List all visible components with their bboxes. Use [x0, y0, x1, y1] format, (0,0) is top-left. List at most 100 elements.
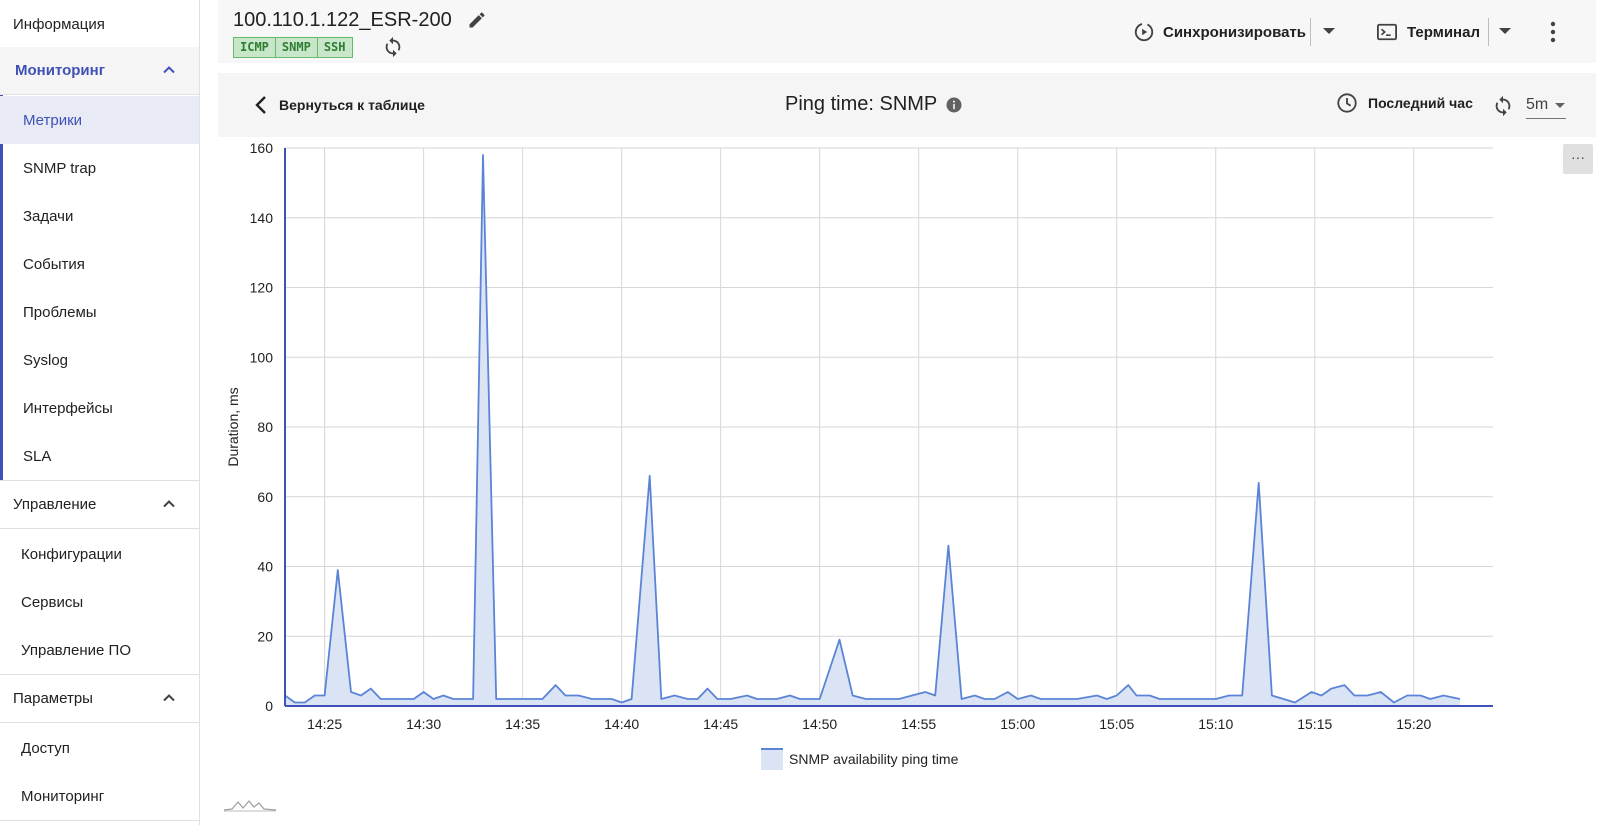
x-tick-label: 14:25 — [307, 716, 342, 732]
x-tick-label: 14:35 — [505, 716, 540, 732]
sidebar-section-label: Управление — [13, 496, 97, 513]
chart-container: 0 20 40 60 80 100 120 140 160 14:25 14:30 14:35 14:4… — [218, 140, 1596, 820]
back-label: Вернуться к таблице — [279, 97, 425, 113]
x-tick-label: 15:10 — [1198, 716, 1233, 732]
sidebar-item-interfaces[interactable]: Интерфейсы — [0, 384, 199, 432]
sidebar-item-monitoring-params[interactable]: Мониторинг — [0, 772, 199, 820]
sidebar-item-label: Метрики — [23, 111, 83, 129]
autorefresh-icon — [1495, 95, 1511, 117]
x-tick-label: 14:50 — [802, 716, 837, 732]
sidebar-item-configurations[interactable]: Конфигурации — [0, 530, 199, 578]
badge-ssh: SSH — [316, 37, 353, 58]
sidebar-section-parameters[interactable]: Параметры — [0, 675, 199, 723]
refresh-icon[interactable] — [382, 36, 404, 58]
y-tick-label: 100 — [250, 349, 274, 365]
y-tick-label: 140 — [250, 210, 274, 226]
sync-label: Синхронизировать — [1163, 23, 1306, 41]
sidebar-section-management[interactable]: Управление — [0, 481, 199, 529]
device-header: 100.110.1.122_ESR-200 ICMP SNMP SSH Синх… — [218, 0, 1596, 63]
x-tick-label: 14:40 — [604, 716, 639, 732]
sidebar-section-monitoring[interactable]: Мониторинг — [0, 47, 199, 95]
chevron-up-icon[interactable] — [161, 496, 177, 512]
y-tick-label: 40 — [257, 559, 273, 575]
y-tick-label: 0 — [265, 698, 273, 714]
sidebar-item-software-management[interactable]: Управление ПО — [0, 626, 199, 674]
series-area — [285, 155, 1460, 706]
terminal-dropdown-icon[interactable] — [1499, 28, 1511, 34]
sidebar-item-label: Управление ПО — [21, 641, 132, 659]
chevron-up-icon[interactable] — [161, 62, 177, 78]
divider — [0, 820, 199, 821]
sidebar-item-info[interactable]: Информация — [0, 0, 199, 48]
chevron-up-icon[interactable] — [161, 690, 177, 706]
refresh-interval-value: 5m — [1526, 96, 1549, 113]
y-axis-label: Duration, ms — [225, 387, 241, 466]
ping-time-chart[interactable]: 0 20 40 60 80 100 120 140 160 14:25 14:30 14:35 14:4… — [218, 140, 1596, 820]
sidebar-item-label: Интерфейсы — [23, 399, 113, 417]
sync-button[interactable]: Синхронизировать — [1133, 18, 1306, 46]
y-tick-label: 60 — [257, 489, 273, 505]
sidebar-item-label: Доступ — [21, 739, 70, 757]
sync-dropdown-icon[interactable] — [1323, 28, 1335, 34]
sidebar-item-label: Сервисы — [21, 593, 84, 611]
protocol-badges: ICMP SNMP SSH — [233, 37, 353, 58]
pencil-icon[interactable] — [467, 10, 487, 30]
sidebar-item-metrics[interactable]: Метрики — [0, 96, 199, 144]
series-line[interactable] — [284, 154, 1461, 704]
sidebar-item-snmp-trap[interactable]: SNMP trap — [0, 144, 199, 192]
sidebar-item-problems[interactable]: Проблемы — [0, 288, 199, 336]
chart-toolbar: Вернуться к таблице Ping time: SNMP Посл… — [218, 73, 1596, 137]
sidebar-section-label: Параметры — [13, 690, 93, 707]
sidebar-item-syslog[interactable]: Syslog — [0, 336, 199, 384]
info-icon[interactable] — [945, 96, 963, 114]
sidebar-item-label: Информация — [13, 15, 105, 33]
sidebar-section-label: Мониторинг — [15, 62, 105, 79]
terminal-label: Терминал — [1407, 23, 1480, 41]
sidebar-item-tasks[interactable]: Задачи — [0, 192, 199, 240]
y-tick-label: 80 — [257, 419, 273, 435]
back-to-table-button[interactable]: Вернуться к таблице — [253, 91, 425, 119]
divider — [1310, 18, 1311, 46]
sidebar-item-label: Конфигурации — [21, 545, 122, 563]
badge-icmp: ICMP — [233, 37, 276, 58]
sidebar-item-label: SLA — [23, 447, 52, 465]
sidebar-item-label: Syslog — [23, 351, 69, 369]
y-tick-label: 120 — [250, 280, 274, 296]
divider — [1488, 18, 1489, 46]
x-tick-label: 15:05 — [1099, 716, 1134, 732]
legend-label[interactable]: SNMP availability ping time — [789, 751, 959, 767]
sidebar-item-events[interactable]: События — [0, 240, 199, 288]
time-range-button[interactable]: Последний час — [1336, 92, 1473, 114]
sidebar-item-sla[interactable]: SLA — [0, 432, 199, 480]
x-tick-label: 14:55 — [901, 716, 936, 732]
chart-menu-button[interactable]: ··· — [1563, 144, 1593, 174]
sidebar-item-services[interactable]: Сервисы — [0, 578, 199, 626]
badge-snmp: SNMP — [274, 37, 318, 58]
terminal-button[interactable]: Терминал — [1376, 18, 1480, 46]
chevron-left-icon — [255, 96, 266, 114]
clock-icon — [1337, 93, 1357, 113]
x-tick-label: 15:20 — [1396, 716, 1431, 732]
x-tick-label: 14:30 — [406, 716, 441, 732]
sidebar: Информация Мониторинг Метрики SNMP trap … — [0, 0, 200, 825]
more-vert-icon[interactable] — [1548, 20, 1558, 44]
sidebar-item-label: Задачи — [23, 207, 74, 225]
select-underline — [1526, 118, 1566, 119]
y-tick-label: 160 — [250, 140, 274, 156]
x-tick-label: 14:45 — [703, 716, 738, 732]
chart-title: Ping time: SNMP — [785, 93, 938, 115]
time-range-label: Последний час — [1368, 95, 1473, 111]
chart-minimap-icon — [223, 800, 277, 812]
sidebar-item-access[interactable]: Доступ — [0, 724, 199, 772]
sidebar-item-label: Проблемы — [23, 303, 97, 321]
sync-play-icon — [1134, 22, 1154, 42]
x-tick-label: 15:00 — [1000, 716, 1035, 732]
terminal-icon — [1377, 23, 1397, 41]
sidebar-item-label: Мониторинг — [21, 787, 105, 805]
y-tick-label: 20 — [257, 628, 273, 644]
refresh-interval-select[interactable]: 5m — [1492, 92, 1566, 120]
x-tick-label: 15:15 — [1297, 716, 1332, 732]
device-title: 100.110.1.122_ESR-200 — [233, 9, 452, 31]
sidebar-item-label: SNMP trap — [23, 159, 97, 177]
sidebar-item-label: События — [23, 255, 85, 273]
